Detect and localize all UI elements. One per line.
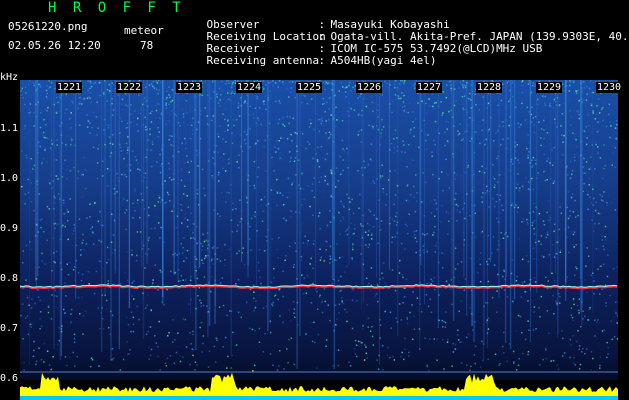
y-label-0-6: 0.6 bbox=[0, 373, 19, 384]
y-label-0-9: 0.9 bbox=[0, 223, 19, 234]
timestamp: 02.05.26 12:20 bbox=[8, 39, 101, 52]
spectrogram bbox=[20, 80, 618, 400]
info-row-antenna: Receiving antenna: A504HB(yagi 4el) bbox=[206, 54, 437, 67]
time-label: 1223 bbox=[176, 82, 203, 93]
time-label: 1222 bbox=[116, 82, 143, 93]
time-label: 1228 bbox=[476, 82, 503, 93]
file-name: 05261220.png bbox=[8, 20, 88, 33]
bottom-strip bbox=[20, 396, 618, 400]
time-label: 1229 bbox=[536, 82, 563, 93]
time-label: 1221 bbox=[56, 82, 83, 93]
y-label-0-8: 0.8 bbox=[0, 273, 19, 284]
info-value: A504HB(yagi 4el) bbox=[330, 54, 437, 67]
hrofft-display: H R O F F T 05261220.png 02.05.26 12:20 … bbox=[0, 0, 629, 400]
spectrogram-canvas bbox=[20, 80, 618, 400]
time-label: 1226 bbox=[356, 82, 383, 93]
y-label-1-0: 1.0 bbox=[0, 173, 19, 184]
meteor-count: 78 bbox=[140, 39, 154, 52]
time-label: 1230 bbox=[596, 82, 623, 93]
meteor-label: meteor bbox=[124, 24, 164, 37]
time-label: 1225 bbox=[296, 82, 323, 93]
info-key: Receiving antenna bbox=[206, 54, 320, 67]
time-label: 1227 bbox=[416, 82, 443, 93]
app-title: H R O F F T bbox=[48, 0, 185, 16]
time-label: 1224 bbox=[236, 82, 263, 93]
y-label-0-7: 0.7 bbox=[0, 323, 19, 334]
unit-label: kHz bbox=[0, 72, 19, 83]
y-label-1-1: 1.1 bbox=[0, 123, 19, 134]
